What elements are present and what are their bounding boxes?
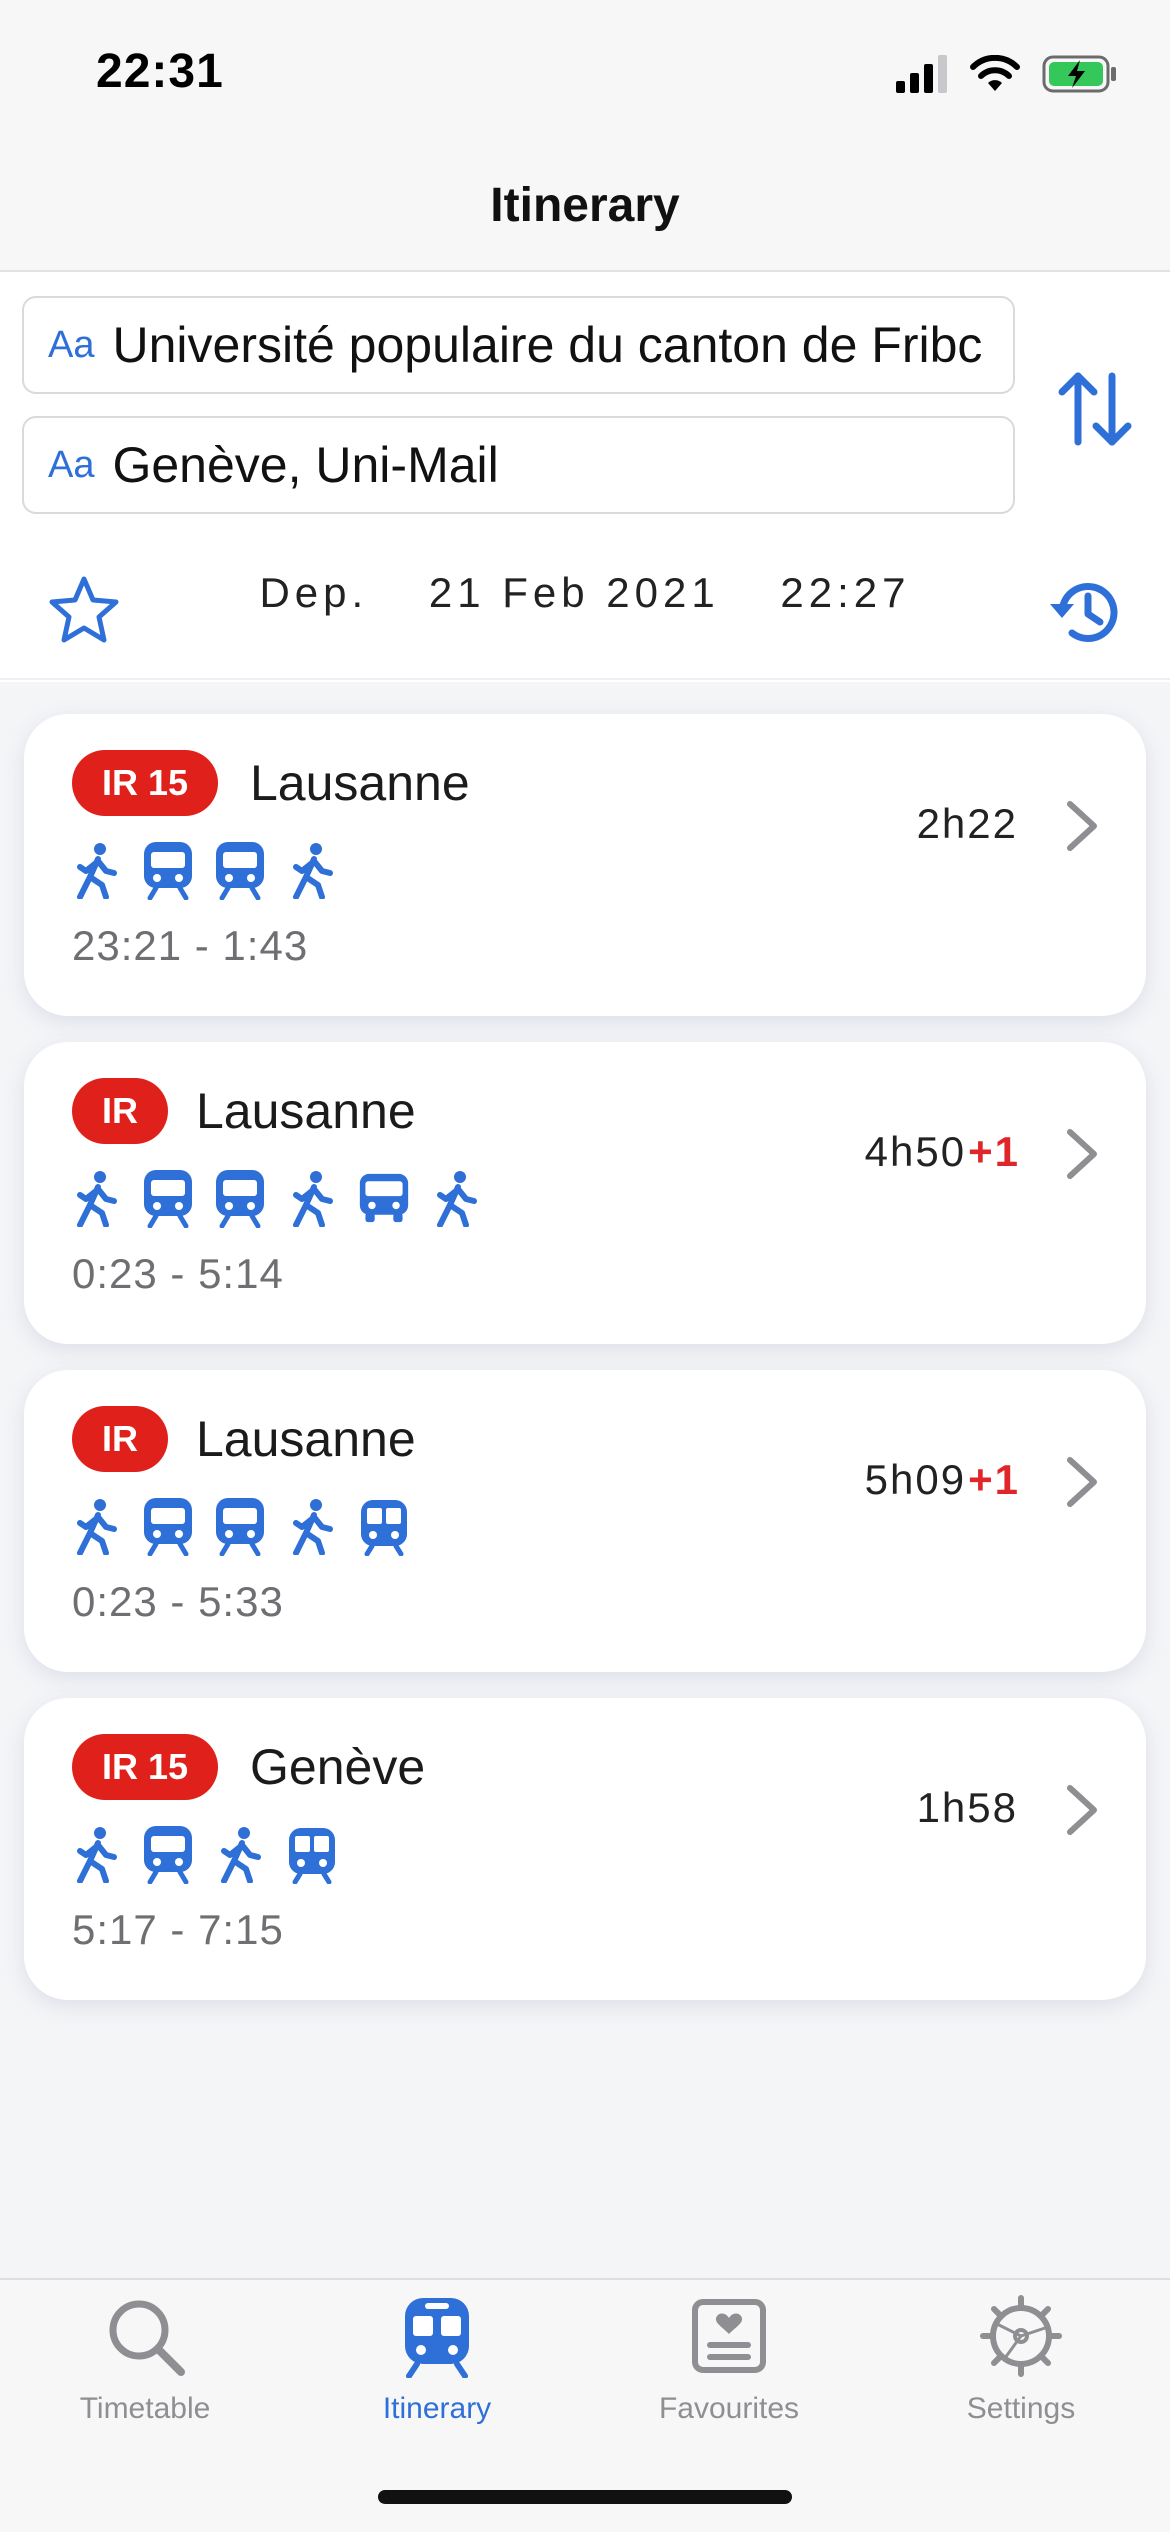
tab-label: Settings — [966, 2392, 1076, 2425]
magnifier-icon — [109, 2300, 185, 2376]
line-badge: IR — [72, 1406, 168, 1472]
duration-value: 4h50 — [864, 1128, 967, 1175]
from-field[interactable]: Aa Université populaire du canton de Fri… — [22, 296, 1015, 394]
departure-time: 22:27 — [780, 569, 911, 616]
legs-icons — [70, 838, 338, 902]
departure-datetime[interactable]: Dep. 21 Feb 2021 22:27 — [220, 569, 950, 617]
duration: 5h09+1 — [865, 1456, 1020, 1504]
walk-icon — [70, 1168, 122, 1228]
tab-itinerary[interactable]: Itinerary — [337, 2294, 537, 2464]
itinerary-card[interactable]: IR 15 Lausanne 23:21 - 1:43 2h22 — [24, 714, 1146, 1016]
signal-icon — [896, 55, 947, 93]
chevron-right-icon — [1067, 1129, 1097, 1179]
swap-arrows-icon[interactable] — [1050, 364, 1140, 454]
train-icon — [405, 2298, 469, 2378]
line-badge: IR — [72, 1078, 168, 1144]
legs-icons — [70, 1822, 338, 1886]
itinerary-card[interactable]: IR 15 Genève 5:17 - 7:15 1h58 — [24, 1698, 1146, 2000]
journey-times: 23:21 - 1:43 — [72, 922, 309, 969]
legs-icons — [70, 1494, 410, 1558]
bus-icon — [358, 1168, 410, 1228]
train-icon — [142, 1824, 194, 1884]
status-bar: 22:31 — [0, 0, 1170, 140]
duration-value: 1h58 — [916, 1784, 1018, 1831]
page-title: Itinerary — [490, 179, 680, 232]
journey-times: 0:23 - 5:14 — [72, 1250, 284, 1297]
chevron-right-icon — [1067, 1457, 1097, 1507]
battery-charging-icon — [1042, 55, 1116, 93]
to-value: Genève, Uni-Mail — [112, 437, 499, 493]
tab-favourites[interactable]: Favourites — [629, 2294, 829, 2464]
chevron-right-icon — [1067, 801, 1097, 851]
plus-days: +1 — [968, 1128, 1020, 1175]
itinerary-card[interactable]: IR Lausanne 0:23 - 5:33 5h09+1 — [24, 1370, 1146, 1672]
search-panel: Aa Université populaire du canton de Fri… — [0, 274, 1170, 680]
departure-date: 21 Feb 2021 — [428, 569, 720, 616]
chevron-right-icon — [1067, 1785, 1097, 1835]
tab-label: Timetable — [79, 2392, 211, 2425]
duration: 2h22 — [917, 800, 1020, 848]
train-icon — [142, 840, 194, 900]
walk-icon — [70, 840, 122, 900]
walk-icon — [430, 1168, 482, 1228]
destination: Genève — [250, 1739, 426, 1795]
legs-icons — [70, 1166, 482, 1230]
duration-value: 2h22 — [916, 800, 1018, 847]
text-prefix-icon: Aa — [48, 443, 95, 486]
train-icon — [214, 840, 266, 900]
train-icon — [214, 1168, 266, 1228]
tab-settings[interactable]: Settings — [921, 2294, 1121, 2464]
journey-times: 5:17 - 7:15 — [72, 1906, 284, 1953]
tab-label: Itinerary — [382, 2392, 492, 2425]
navigation-bar: Itinerary — [0, 140, 1170, 272]
line-badge: IR 15 — [72, 1734, 219, 1800]
itinerary-card[interactable]: IR Lausanne 0:23 - 5:14 4h50+1 — [24, 1042, 1146, 1344]
duration-value: 5h09 — [864, 1456, 967, 1503]
walk-icon — [70, 1824, 122, 1884]
to-field[interactable]: Aa Genève, Uni-Mail — [22, 416, 1015, 514]
departure-label: Dep. — [259, 569, 369, 616]
destination: Lausanne — [250, 755, 470, 811]
tram-icon — [286, 1824, 338, 1884]
tab-label: Favourites — [658, 2392, 800, 2425]
gear-icon — [980, 2295, 1062, 2377]
home-indicator — [378, 2490, 792, 2504]
train-icon — [214, 1496, 266, 1556]
tram-icon — [358, 1496, 410, 1556]
walk-icon — [70, 1496, 122, 1556]
walk-icon — [286, 840, 338, 900]
results-list: IR 15 Lausanne 23:21 - 1:43 2h22 IR Laus… — [0, 682, 1170, 2278]
status-icons — [896, 50, 1118, 98]
walk-icon — [214, 1824, 266, 1884]
plus-days: +1 — [968, 1456, 1020, 1503]
walk-icon — [286, 1496, 338, 1556]
line-badge: IR 15 — [72, 750, 219, 816]
text-prefix-icon: Aa — [48, 323, 95, 366]
journey-times: 0:23 - 5:33 — [72, 1578, 284, 1625]
duration: 4h50+1 — [865, 1128, 1020, 1176]
star-icon[interactable] — [48, 574, 120, 646]
train-icon — [142, 1168, 194, 1228]
status-time: 22:31 — [96, 45, 224, 98]
train-icon — [142, 1496, 194, 1556]
tab-timetable[interactable]: Timetable — [45, 2294, 245, 2464]
duration: 1h58 — [917, 1784, 1020, 1832]
from-value: Université populaire du canton de Fribc — [112, 317, 983, 373]
walk-icon — [286, 1168, 338, 1228]
history-icon[interactable] — [1048, 574, 1124, 650]
wifi-icon — [970, 55, 1020, 91]
destination: Lausanne — [196, 1411, 416, 1467]
favourites-icon — [692, 2299, 766, 2373]
destination: Lausanne — [196, 1083, 416, 1139]
